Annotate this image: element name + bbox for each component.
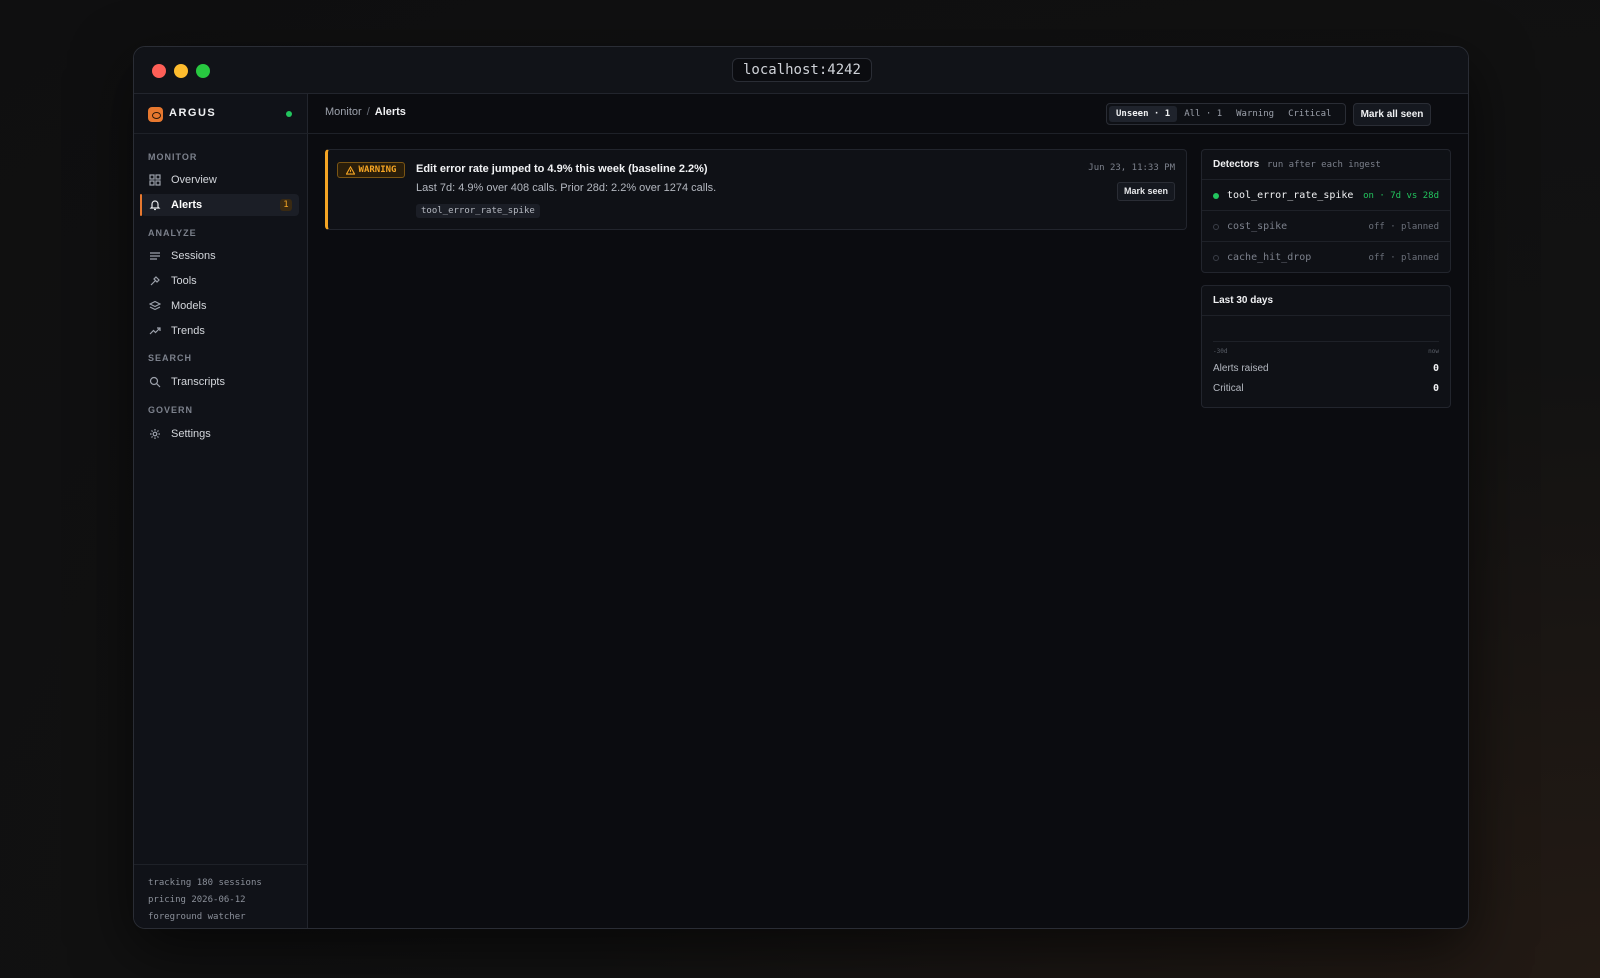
severity-badge: WARNING [337, 162, 405, 178]
bell-icon [148, 198, 162, 212]
breadcrumb-separator: / [366, 106, 370, 118]
close-window-button[interactable] [152, 64, 166, 78]
filter-critical[interactable]: Critical [1281, 106, 1338, 122]
page-title: Alerts [374, 106, 406, 118]
detector-name: cost_spike [1227, 221, 1288, 232]
sidebar-item-label: Trends [171, 325, 205, 337]
last-30-days-panel: Last 30 days -30d now Alerts raised 0 Cr… [1201, 285, 1451, 408]
detector-off-dot-icon [1213, 224, 1219, 230]
warning-triangle-icon [345, 165, 355, 175]
url-bar[interactable]: localhost:4242 [732, 58, 872, 82]
detectors-panel: Detectors run after each ingest tool_err… [1201, 149, 1451, 273]
detector-status: off · planned [1368, 222, 1439, 232]
sidebar-item-label: Settings [171, 428, 211, 440]
nav-section-monitor: MONITOR [148, 152, 198, 162]
sidebar-item-trends[interactable]: Trends [141, 320, 299, 342]
sidebar-item-label: Transcripts [171, 376, 225, 388]
main-content: Monitor / Alerts Unseen · 1 All · 1 Warnin… [308, 94, 1468, 928]
filter-all[interactable]: All · 1 [1177, 106, 1229, 122]
top-bar: Monitor / Alerts Unseen · 1 All · 1 Warnin… [308, 94, 1468, 134]
filter-unseen[interactable]: Unseen · 1 [1109, 106, 1178, 122]
detector-row[interactable]: cache_hit_drop off · planned [1202, 242, 1450, 273]
detector-off-dot-icon [1213, 255, 1219, 261]
stat-row-alerts-raised: Alerts raised 0 [1213, 363, 1439, 377]
footer-pricing: pricing 2026-06-12 [148, 895, 246, 905]
detector-name: tool_error_rate_spike [1227, 190, 1354, 201]
sidebar-item-sessions[interactable]: Sessions [141, 245, 299, 267]
sidebar-item-label: Tools [171, 275, 197, 287]
sidebar: ARGUS MONITOR Overview Alerts 1 ANALYZE … [134, 94, 308, 928]
alert-card: WARNING Edit error rate jumped to 4.9% t… [325, 149, 1187, 230]
status-dot [286, 111, 292, 117]
stat-value: 0 [1432, 363, 1439, 374]
stats-title: Last 30 days [1213, 295, 1274, 306]
detectors-subtitle: run after each ingest [1267, 160, 1381, 170]
sidebar-item-label: Models [171, 300, 207, 312]
grid-icon [148, 173, 162, 187]
detector-row[interactable]: tool_error_rate_spike on · 7d vs 28d [1202, 180, 1450, 211]
stats-header: Last 30 days [1202, 286, 1450, 316]
app-window: localhost:4242 ARGUS MONITOR Overview Al… [133, 46, 1469, 929]
stat-row-critical: Critical 0 [1213, 383, 1439, 397]
sidebar-item-tools[interactable]: Tools [141, 270, 299, 292]
sidebar-item-label: Alerts [171, 199, 203, 211]
mark-all-seen-button[interactable]: Mark all seen [1353, 103, 1431, 126]
brand-name: ARGUS [169, 107, 217, 119]
nav-section-search: SEARCH [148, 353, 193, 363]
sidebar-item-transcripts[interactable]: Transcripts [141, 371, 299, 393]
eye-logo-icon [148, 107, 163, 122]
stat-value: 0 [1432, 383, 1439, 394]
title-bar: localhost:4242 [134, 47, 1468, 94]
filter-segmented-control: Unseen · 1 All · 1 Warning Critical [1106, 103, 1346, 125]
stat-label: Alerts raised [1213, 363, 1269, 374]
filter-warning[interactable]: Warning [1229, 106, 1281, 122]
sidebar-item-settings[interactable]: Settings [141, 423, 299, 445]
alerts-count-badge: 1 [280, 199, 292, 211]
mark-seen-button[interactable]: Mark seen [1117, 182, 1175, 201]
detector-name: cache_hit_drop [1227, 252, 1312, 263]
list-icon [148, 249, 162, 263]
sparkline-baseline [1213, 341, 1439, 342]
detectors-title: Detectors [1213, 159, 1260, 170]
nav-section-analyze: ANALYZE [148, 228, 197, 238]
detector-on-dot-icon [1213, 193, 1219, 199]
sidebar-item-alerts[interactable]: Alerts 1 [140, 194, 299, 216]
alert-timestamp: Jun 23, 11:33 PM [1088, 163, 1175, 173]
maximize-window-button[interactable] [196, 64, 210, 78]
sidebar-item-label: Sessions [171, 250, 216, 262]
alert-title: Edit error rate jumped to 4.9% this week… [416, 163, 708, 175]
breadcrumb: Monitor / Alerts [325, 106, 406, 118]
detector-status: on · 7d vs 28d [1363, 191, 1439, 201]
stat-label: Critical [1213, 383, 1244, 394]
layers-icon [148, 299, 162, 313]
sidebar-item-label: Overview [171, 174, 217, 186]
sparkline-end-label: now [1428, 348, 1439, 355]
detectors-header: Detectors run after each ingest [1202, 150, 1450, 180]
gear-icon [148, 427, 162, 441]
sparkline-start-label: -30d [1213, 348, 1228, 355]
trend-icon [148, 324, 162, 338]
detector-status: off · planned [1368, 253, 1439, 263]
footer-sessions: tracking 180 sessions [148, 878, 262, 888]
alert-description: Last 7d: 4.9% over 408 calls. Prior 28d:… [416, 182, 717, 194]
alert-detector-tag: tool_error_rate_spike [416, 204, 540, 218]
sidebar-item-overview[interactable]: Overview [141, 169, 299, 191]
search-icon [148, 375, 162, 389]
nav-section-govern: GOVERN [148, 405, 194, 415]
sidebar-item-models[interactable]: Models [141, 295, 299, 317]
breadcrumb-parent[interactable]: Monitor [325, 106, 362, 118]
footer-watcher: foreground watcher [148, 912, 246, 922]
minimize-window-button[interactable] [174, 64, 188, 78]
brand: ARGUS [134, 94, 308, 134]
severity-label: WARNING [358, 165, 397, 175]
sidebar-footer: tracking 180 sessions pricing 2026-06-12… [134, 864, 308, 928]
tool-icon [148, 274, 162, 288]
detector-row[interactable]: cost_spike off · planned [1202, 211, 1450, 242]
